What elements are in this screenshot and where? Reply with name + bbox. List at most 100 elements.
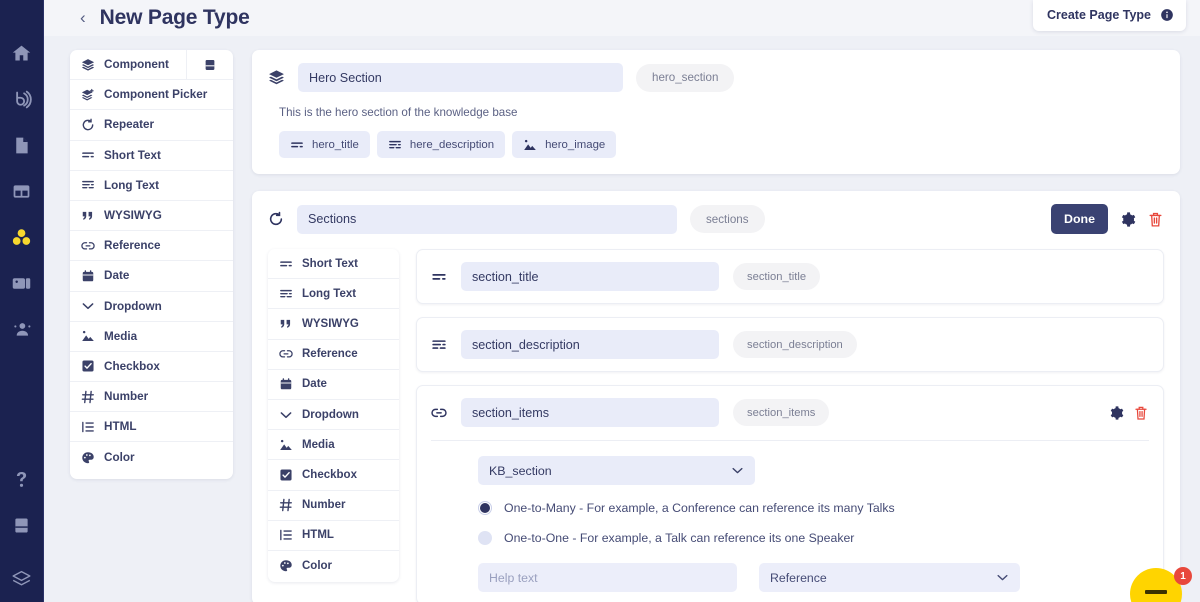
field-header: section_description <box>431 330 1149 359</box>
field-type-select[interactable]: Reference <box>759 563 1020 592</box>
subpalette-item-date[interactable]: Date <box>268 370 399 400</box>
subpalette-item-html[interactable]: HTML <box>268 521 399 551</box>
layers-icon <box>268 69 285 86</box>
page-icon[interactable] <box>0 122 44 168</box>
palette-icon <box>81 451 95 465</box>
checkbox-icon <box>81 359 95 373</box>
create-page-type-button[interactable]: Create Page Type <box>1033 0 1186 31</box>
reference-bottom-row: Reference <box>478 563 1149 592</box>
hero-field-pill[interactable]: here_description <box>376 131 506 158</box>
users-icon[interactable] <box>0 306 44 352</box>
long-text-icon <box>388 138 402 152</box>
palette-item-label: Date <box>104 269 130 283</box>
repeat-icon <box>81 118 95 132</box>
palette-item-reference[interactable]: Reference <box>70 231 233 262</box>
radio-indicator[interactable] <box>478 531 492 545</box>
trash-icon[interactable] <box>1147 211 1164 228</box>
field-name-input[interactable] <box>461 262 719 291</box>
radio-one-to-many[interactable]: One-to-Many - For example, a Conference … <box>478 501 1149 515</box>
field-header: section_title <box>431 262 1149 291</box>
trash-icon[interactable] <box>1133 405 1149 421</box>
palette-item-checkbox[interactable]: Checkbox <box>70 352 233 383</box>
palette-item-wysiwyg[interactable]: WYSIWYG <box>70 201 233 232</box>
hero-field-pill[interactable]: hero_title <box>279 131 370 158</box>
back-button[interactable]: ‹ <box>80 9 86 26</box>
sections-body: Short Text Long Text WYSIWYG Reference D… <box>268 249 1164 602</box>
subpalette-item-number[interactable]: Number <box>268 491 399 521</box>
palette-item-number[interactable]: Number <box>70 382 233 413</box>
list-icon <box>81 420 95 434</box>
hero-name-input[interactable] <box>298 63 623 92</box>
field-header: section_items <box>431 398 1149 427</box>
field-actions <box>1108 405 1149 421</box>
palette-item-media[interactable]: Media <box>70 322 233 352</box>
palette-item-date[interactable]: Date <box>70 261 233 292</box>
palette-item-dropdown[interactable]: Dropdown <box>70 292 233 322</box>
top-bar: ‹ New Page Type <box>44 0 1200 36</box>
chat-unread-badge[interactable]: 1 <box>1174 567 1192 585</box>
media-icon[interactable] <box>0 260 44 306</box>
app-root: ‹ New Page Type Create Page Type Compone… <box>0 0 1200 602</box>
subpalette-item-label: Number <box>302 499 346 512</box>
subpalette-item-checkbox[interactable]: Checkbox <box>268 460 399 491</box>
chevron-down-icon <box>81 299 95 313</box>
palette-item-label: Checkbox <box>104 359 160 373</box>
sections-name-input[interactable] <box>297 204 677 234</box>
layout-icon[interactable] <box>0 168 44 214</box>
gear-icon[interactable] <box>1108 405 1124 421</box>
chevron-down-icon <box>996 571 1009 584</box>
field-type-value: Reference <box>770 570 827 585</box>
subpalette-item-long-text[interactable]: Long Text <box>268 279 399 310</box>
help-text-input[interactable] <box>478 563 737 592</box>
home-icon[interactable] <box>0 30 44 76</box>
subpalette-item-media[interactable]: Media <box>268 430 399 461</box>
radio-indicator-selected[interactable] <box>478 501 492 515</box>
hero-slug-pill: hero_section <box>636 63 735 92</box>
subpalette-item-color[interactable]: Color <box>268 551 399 581</box>
palette-item-repeater[interactable]: Repeater <box>70 110 233 141</box>
palette-item-color[interactable]: Color <box>70 442 233 472</box>
palette-item-long-text[interactable]: Long Text <box>70 171 233 201</box>
reference-settings: KB_section One-to-Many - For example, a … <box>431 441 1149 592</box>
subpalette-item-wysiwyg[interactable]: WYSIWYG <box>268 309 399 340</box>
link-icon <box>431 405 447 421</box>
short-text-icon <box>290 138 304 152</box>
subpalette-item-label: Reference <box>302 348 358 361</box>
sections-fields-list: section_title section_description <box>416 249 1164 602</box>
palette-item-label: Component Picker <box>104 88 208 102</box>
help-icon[interactable] <box>0 456 44 502</box>
radio-label: One-to-Many - For example, a Conference … <box>504 501 895 515</box>
subpalette-item-short-text[interactable]: Short Text <box>268 249 399 280</box>
hero-section-card: hero_section This is the hero section of… <box>252 50 1180 174</box>
page-title: New Page Type <box>99 6 250 29</box>
radio-one-to-one[interactable]: One-to-One - For example, a Talk can ref… <box>478 531 1149 545</box>
radio-label: One-to-One - For example, a Talk can ref… <box>504 531 855 545</box>
palette-item-label: Component <box>104 58 169 72</box>
palette-item-label: Long Text <box>104 178 159 192</box>
gear-icon[interactable] <box>1119 211 1136 228</box>
palette-item-component-picker[interactable]: Component Picker <box>70 80 233 111</box>
book-icon[interactable] <box>0 502 44 548</box>
blog-icon[interactable] <box>0 76 44 122</box>
field-name-input[interactable] <box>461 330 719 359</box>
component-palette: Component Component Picker Repeater Shor… <box>70 50 233 479</box>
palette-item-component[interactable]: Component <box>70 50 233 81</box>
reference-target-select[interactable]: KB_section <box>478 456 755 485</box>
field-name-input[interactable] <box>461 398 719 427</box>
subpalette-item-dropdown[interactable]: Dropdown <box>268 400 399 431</box>
components-icon[interactable] <box>0 214 44 260</box>
palette-book-button[interactable] <box>186 50 233 80</box>
image-icon <box>279 438 293 452</box>
hero-field-pill[interactable]: hero_image <box>512 131 617 158</box>
chat-face-icon <box>1145 590 1167 594</box>
palette-item-short-text[interactable]: Short Text <box>70 141 233 171</box>
long-text-icon <box>81 178 95 192</box>
subpalette-item-reference[interactable]: Reference <box>268 340 399 370</box>
hash-icon <box>279 498 293 512</box>
calendar-icon <box>81 269 95 283</box>
info-icon[interactable] <box>1160 8 1174 22</box>
done-button[interactable]: Done <box>1051 204 1108 234</box>
palette-item-html[interactable]: HTML <box>70 412 233 443</box>
field-card-section-title: section_title <box>416 249 1164 304</box>
short-text-icon <box>279 257 293 271</box>
